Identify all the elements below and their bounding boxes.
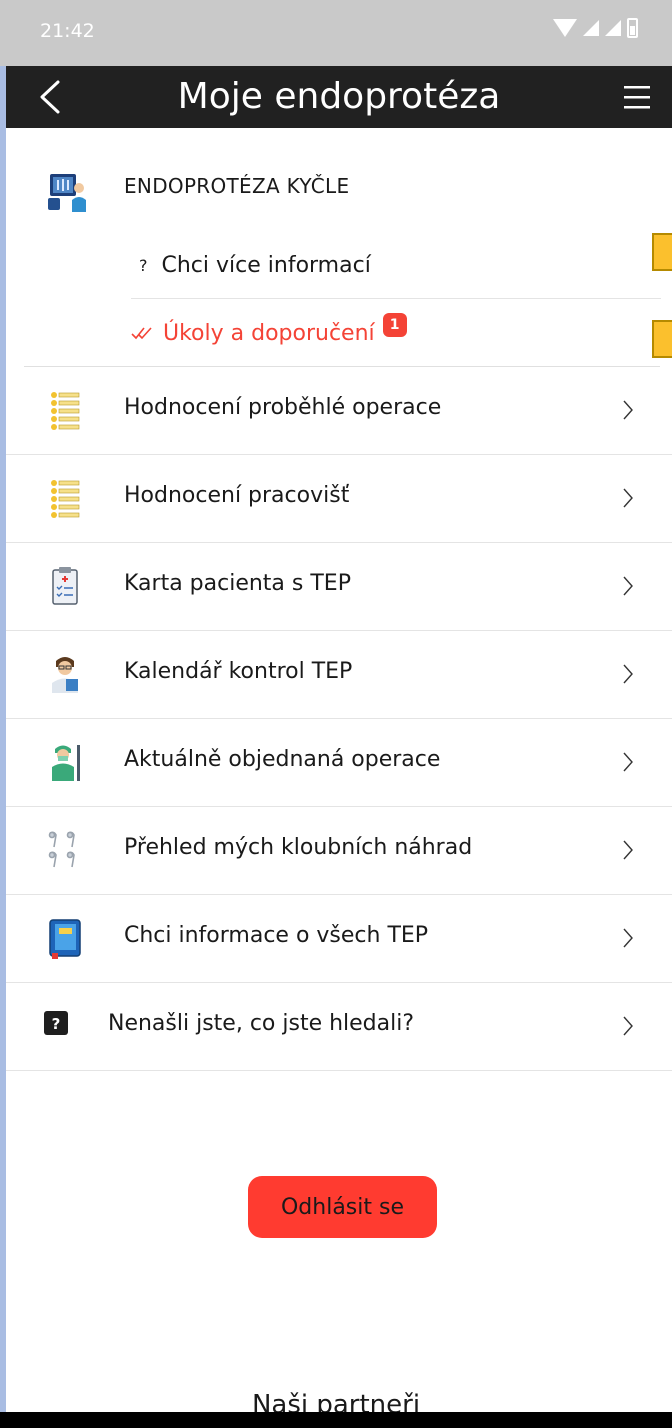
battery-icon — [627, 18, 638, 38]
chevron-right-icon — [623, 488, 633, 508]
menu-item-operation-rating[interactable]: Hodnocení proběhlé operace — [6, 367, 672, 455]
hamburger-icon — [624, 86, 650, 109]
more-info-item[interactable]: ? Chci více informací — [131, 233, 661, 299]
menu-item-label: Nenašli jste, co jste hledali? — [108, 1011, 415, 1036]
menu-item-scheduled-operation[interactable]: Aktuálně objednaná operace — [6, 719, 672, 807]
question-mark-icon: ? — [139, 256, 148, 275]
menu-item-label: Karta pacienta s TEP — [124, 571, 351, 596]
menu-item-all-tep-info[interactable]: Chci informace o všech TEP — [6, 895, 672, 983]
rating-list-icon — [44, 477, 86, 519]
system-navigation-bar — [0, 1412, 672, 1428]
chevron-right-icon — [623, 400, 633, 420]
menu-item-label: Aktuálně objednaná operace — [124, 747, 441, 772]
tasks-label: Úkoly a doporučení — [163, 320, 375, 346]
menu-item-joint-replacements[interactable]: Přehled mých kloubních náhrad — [6, 807, 672, 895]
menu-item-label: Přehled mých kloubních náhrad — [124, 835, 473, 860]
app-bar: Moje endoprotéza — [6, 66, 672, 128]
doctor-icon — [44, 653, 86, 695]
menu-list: Hodnocení proběhlé operace Hodnocení pra… — [6, 367, 672, 1071]
joints-icon — [44, 829, 86, 871]
menu-item-workplace-rating[interactable]: Hodnocení pracovišť — [6, 455, 672, 543]
status-time: 21:42 — [40, 20, 95, 42]
chevron-right-icon — [623, 664, 633, 684]
chevron-right-icon — [623, 840, 633, 860]
tasks-count-badge: 1 — [382, 313, 407, 337]
chevron-right-icon — [623, 1016, 633, 1036]
menu-item-label: Kalendář kontrol TEP — [124, 659, 353, 684]
chevron-right-icon — [623, 752, 633, 772]
side-tab-2[interactable] — [652, 320, 672, 358]
surgeon-icon — [44, 741, 86, 783]
menu-item-not-found-help[interactable]: ? Nenašli jste, co jste hledali? — [6, 983, 672, 1071]
rating-list-icon — [44, 389, 86, 431]
help-question-mark: ? — [52, 1015, 61, 1033]
more-info-label: Chci více informací — [161, 253, 371, 278]
chevron-right-icon — [623, 928, 633, 948]
wifi-icon — [553, 19, 577, 37]
endoprosthesis-section: ENDOPROTÉZA KYČLE ? Chci více informací … — [6, 128, 672, 368]
status-bar: 21:42 — [0, 0, 672, 66]
logout-button[interactable]: Odhlásit se — [248, 1176, 437, 1238]
book-icon — [44, 917, 86, 959]
signal-icon — [583, 20, 599, 36]
signal-icon-2 — [605, 20, 621, 36]
tasks-recommendations-item[interactable]: Úkoly a doporučení 1 — [131, 300, 661, 366]
double-check-icon — [131, 327, 152, 340]
section-title: ENDOPROTÉZA KYČLE — [124, 174, 350, 198]
menu-item-label: Hodnocení proběhlé operace — [124, 395, 442, 420]
clipboard-icon — [44, 565, 86, 607]
side-tab-1[interactable] — [652, 233, 672, 271]
chevron-right-icon — [623, 576, 633, 596]
question-icon: ? — [44, 1011, 68, 1035]
page-title: Moje endoprotéza — [177, 76, 501, 117]
hamburger-menu-button[interactable] — [622, 82, 652, 112]
status-icons — [553, 18, 638, 38]
menu-item-label: Chci informace o všech TEP — [124, 923, 429, 948]
menu-item-patient-card[interactable]: Karta pacienta s TEP — [6, 543, 672, 631]
xray-doctor-icon — [46, 170, 90, 214]
menu-item-label: Hodnocení pracovišť — [124, 483, 350, 508]
menu-item-checkup-calendar[interactable]: Kalendář kontrol TEP — [6, 631, 672, 719]
